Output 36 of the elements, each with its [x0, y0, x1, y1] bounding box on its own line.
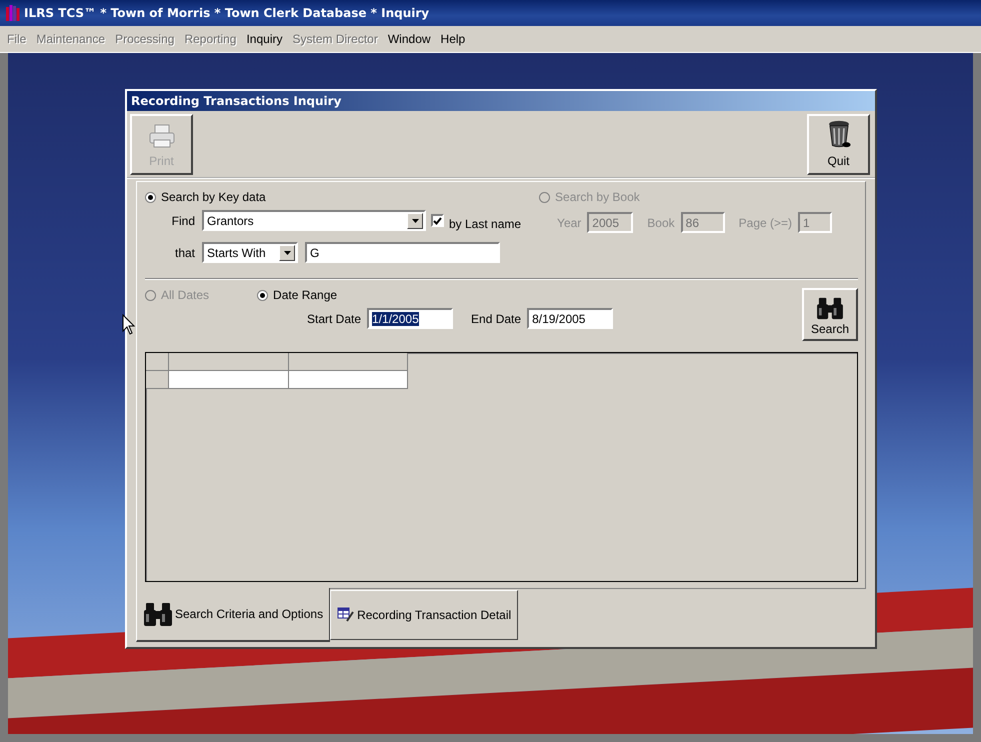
radio-button[interactable]: [257, 290, 268, 300]
menu-item[interactable]: Inquiry: [241, 30, 288, 48]
books-icon: [6, 5, 20, 21]
field-label: Find: [170, 214, 196, 228]
radio-label: All Dates: [161, 288, 210, 302]
field-label: Book: [647, 216, 675, 230]
search-text-field[interactable]: G: [305, 242, 500, 263]
binoculars-icon: [816, 296, 844, 320]
caret-icon: [412, 218, 418, 222]
field-label: Page (>=): [738, 216, 792, 230]
radio-label: Date Range: [273, 288, 338, 302]
caret-icon: [284, 250, 290, 254]
menu-item[interactable]: Help: [436, 30, 470, 48]
printer-icon: [148, 124, 174, 148]
radio-label: Search by Book: [555, 190, 640, 204]
search-button[interactable]: Search: [802, 288, 858, 341]
date-field[interactable]: 8/19/2005: [527, 308, 614, 329]
field-label: Year: [557, 216, 582, 230]
dialog-title: Recording Transactions Inquiry: [127, 91, 875, 111]
field-label: that: [174, 246, 196, 260]
tab[interactable]: Recording Transaction Detail: [330, 590, 518, 640]
binoculars-icon: [143, 601, 173, 627]
table-pencil-icon: [337, 607, 356, 623]
date-field[interactable]: 1/1/2005: [367, 308, 454, 329]
tab[interactable]: Search Criteria and Options: [136, 588, 330, 642]
field-label: End Date: [471, 312, 522, 326]
match-dropdown[interactable]: Starts With: [202, 242, 298, 263]
menu-item[interactable]: Window: [382, 30, 436, 48]
quit-button[interactable]: Quit: [807, 114, 870, 175]
field-label: Start Date: [307, 312, 362, 326]
checkbox-label: by Last name: [449, 216, 522, 230]
radio-label: Search by Key data: [161, 190, 266, 204]
radio-button[interactable]: [145, 192, 156, 202]
window-title: ILRS TCS™ * Town of Morris * Town Clerk Database * Inquiry: [24, 6, 430, 20]
find-dropdown[interactable]: Grantors: [202, 210, 426, 231]
checkbox[interactable]: [431, 214, 444, 227]
